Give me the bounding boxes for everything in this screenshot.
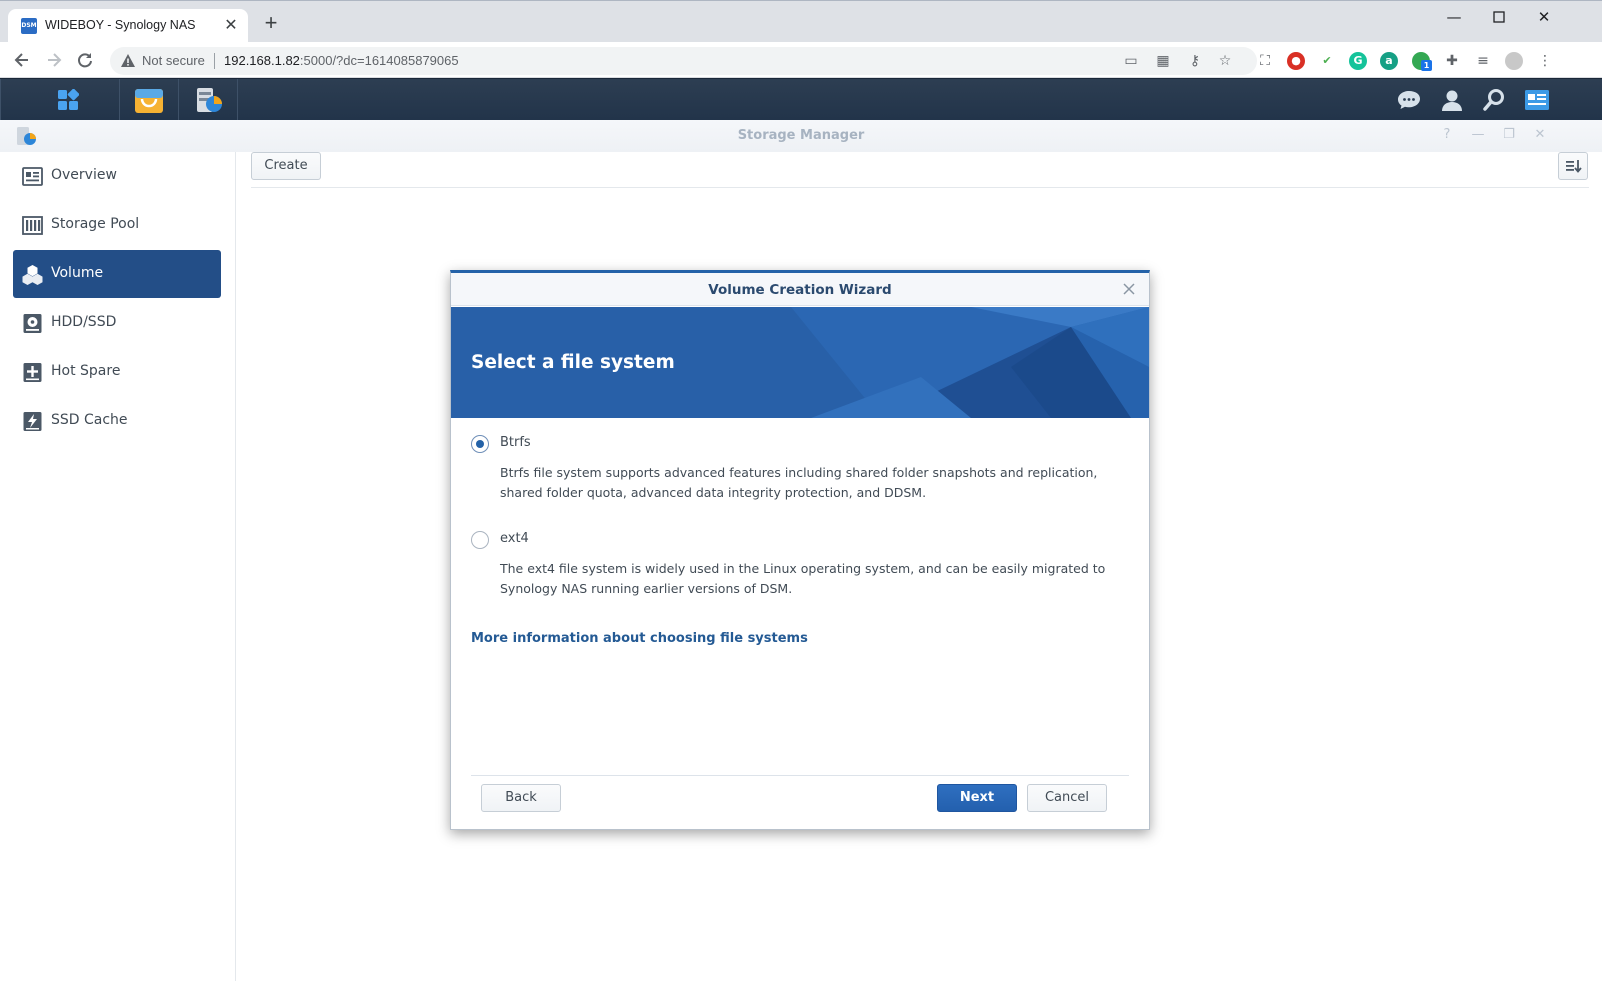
sidebar-item-label: SSD Cache bbox=[51, 412, 128, 428]
hdd-icon bbox=[23, 314, 42, 333]
url-separator bbox=[214, 53, 215, 69]
sidebar-item-volume[interactable]: Volume bbox=[13, 250, 221, 298]
hot-spare-icon bbox=[23, 363, 42, 382]
sidebar-item-label: Overview bbox=[51, 167, 117, 183]
main-menu-icon bbox=[58, 89, 79, 110]
extension-badge: 1 bbox=[1421, 60, 1432, 71]
sidebar-item-hdd-ssd[interactable]: HDD/SSD bbox=[13, 299, 221, 347]
btrfs-description: Btrfs file system supports advanced feat… bbox=[500, 465, 1098, 500]
bookmark-star-icon[interactable]: ☆ bbox=[1216, 52, 1234, 70]
sort-button[interactable] bbox=[1558, 152, 1588, 180]
sidebar-item-storage-pool[interactable]: Storage Pool bbox=[13, 201, 221, 249]
window-restore-icon[interactable]: ❐ bbox=[1501, 127, 1517, 143]
taskbar-app-package[interactable] bbox=[121, 79, 179, 121]
address-bar[interactable]: Not secure 192.168.1.82:5000/?dc=1614085… bbox=[110, 47, 1257, 75]
green-extension-icon[interactable]: 1 bbox=[1412, 52, 1432, 71]
window-close-icon[interactable]: ✕ bbox=[1522, 4, 1566, 30]
warning-icon bbox=[121, 54, 135, 67]
wizard-title: Volume Creation Wizard bbox=[708, 282, 892, 298]
next-button[interactable]: Next bbox=[937, 784, 1017, 812]
sidebar-item-ssd-cache[interactable]: SSD Cache bbox=[13, 397, 221, 445]
screenshot-icon[interactable]: ⛶ bbox=[1256, 52, 1274, 70]
toolbar-divider bbox=[251, 187, 1589, 188]
ssd-cache-icon bbox=[23, 412, 42, 431]
sidebar: Overview Storage Pool Volume HDD/SSD Hot… bbox=[0, 152, 236, 981]
security-label[interactable]: Not secure bbox=[142, 53, 205, 68]
window-minimize-icon[interactable]: — bbox=[1470, 127, 1486, 143]
grammarly-extension-icon[interactable]: G bbox=[1349, 52, 1367, 70]
key-icon[interactable]: ⚷ bbox=[1186, 52, 1204, 70]
chrome-menu-icon[interactable]: ⋮ bbox=[1536, 52, 1554, 70]
ext4-label[interactable]: ext4 bbox=[500, 531, 529, 546]
reload-icon[interactable] bbox=[73, 48, 97, 72]
ext4-description: The ext4 file system is widely used in t… bbox=[500, 561, 1106, 596]
window-close-icon-dsm[interactable]: ✕ bbox=[1532, 127, 1548, 143]
sidebar-item-label: Hot Spare bbox=[51, 363, 121, 379]
extensions-puzzle-icon[interactable]: ✚ bbox=[1443, 52, 1461, 70]
profile-avatar-icon[interactable] bbox=[1505, 52, 1523, 70]
btrfs-radio[interactable] bbox=[471, 435, 489, 453]
reading-list-icon[interactable]: ≡ bbox=[1474, 52, 1492, 70]
sidebar-item-label: HDD/SSD bbox=[51, 314, 117, 330]
volume-creation-wizard: Volume Creation Wizard Select a file sys… bbox=[450, 270, 1150, 830]
cast-icon[interactable]: ▭ bbox=[1122, 52, 1140, 70]
browser-tab[interactable]: DSM WIDEBOY - Synology NAS ✕ bbox=[8, 9, 248, 43]
overview-icon bbox=[22, 167, 43, 186]
sidebar-item-label: Storage Pool bbox=[51, 216, 140, 232]
wizard-titlebar: Volume Creation Wizard bbox=[451, 273, 1149, 306]
new-tab-icon[interactable]: + bbox=[259, 12, 283, 36]
storage-manager-icon bbox=[197, 88, 222, 112]
window-header: Storage Manager ? — ❐ ✕ bbox=[0, 120, 1602, 152]
sidebar-item-label: Volume bbox=[51, 265, 104, 281]
search-icon[interactable] bbox=[1481, 88, 1507, 112]
dsm-taskbar bbox=[0, 78, 1602, 121]
back-button[interactable]: Back bbox=[481, 784, 561, 812]
qr-code-icon[interactable]: ▦ bbox=[1154, 52, 1172, 70]
dsm-favicon-icon: DSM bbox=[21, 18, 37, 34]
volume-icon bbox=[22, 265, 43, 285]
browser-toolbar: Not secure 192.168.1.82:5000/?dc=1614085… bbox=[0, 42, 1602, 78]
footer-divider bbox=[471, 775, 1129, 776]
minimize-icon[interactable]: — bbox=[1432, 4, 1476, 30]
maximize-icon[interactable] bbox=[1477, 4, 1521, 30]
wizard-banner: Select a file system bbox=[451, 307, 1149, 418]
sidebar-item-overview[interactable]: Overview bbox=[13, 152, 221, 200]
help-icon[interactable]: ? bbox=[1439, 127, 1455, 143]
sort-icon bbox=[1566, 160, 1582, 173]
url-text[interactable]: 192.168.1.82:5000/?dc=1614085879065 bbox=[224, 53, 459, 68]
sidebar-item-hot-spare[interactable]: Hot Spare bbox=[13, 348, 221, 396]
taskbar-app-storage-manager[interactable] bbox=[180, 79, 238, 121]
tab-close-icon[interactable]: ✕ bbox=[220, 14, 242, 36]
a-extension-icon[interactable]: a bbox=[1380, 52, 1398, 70]
user-icon[interactable] bbox=[1439, 88, 1465, 112]
wizard-heading: Select a file system bbox=[471, 352, 675, 373]
adblock-extension-icon[interactable]: ● bbox=[1287, 52, 1305, 70]
tab-title: WIDEBOY - Synology NAS bbox=[45, 18, 196, 32]
checkmark-extension-icon[interactable]: ✔ bbox=[1318, 52, 1336, 70]
ext4-radio[interactable] bbox=[471, 531, 489, 549]
cancel-button[interactable]: Cancel bbox=[1027, 784, 1107, 812]
btrfs-label[interactable]: Btrfs bbox=[500, 435, 531, 450]
widgets-icon[interactable] bbox=[1524, 88, 1550, 112]
create-button[interactable]: Create bbox=[251, 152, 321, 180]
close-icon[interactable] bbox=[1121, 281, 1137, 297]
main-menu-button[interactable] bbox=[0, 79, 120, 121]
back-arrow-icon[interactable] bbox=[10, 48, 34, 72]
chat-bubble-icon[interactable] bbox=[1396, 88, 1422, 112]
package-center-icon bbox=[135, 89, 163, 113]
storage-pool-icon bbox=[22, 216, 43, 235]
forward-arrow-icon[interactable] bbox=[42, 48, 66, 72]
window-title: Storage Manager bbox=[737, 128, 865, 143]
more-info-link[interactable]: More information about choosing file sys… bbox=[471, 631, 808, 646]
browser-tabstrip: DSM WIDEBOY - Synology NAS ✕ + — ✕ bbox=[0, 0, 1602, 43]
